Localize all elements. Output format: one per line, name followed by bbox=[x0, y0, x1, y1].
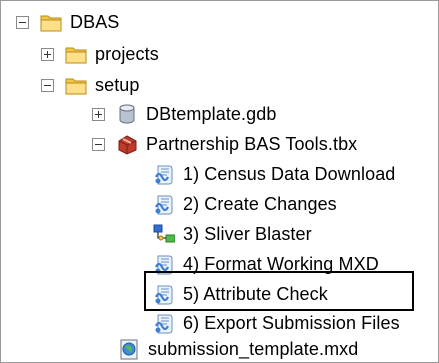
tree-node-setup[interactable]: setup bbox=[41, 72, 140, 98]
expand-toggle-icon[interactable] bbox=[41, 47, 54, 61]
tool-item[interactable]: 2) Create Changes bbox=[152, 191, 337, 217]
script-icon bbox=[152, 253, 176, 275]
tree-node-label: projects bbox=[95, 44, 159, 64]
tool-label: 1) Census Data Download bbox=[183, 164, 396, 184]
collapse-toggle-icon[interactable] bbox=[16, 15, 29, 29]
script-icon bbox=[152, 193, 176, 215]
tree-node-label: Partnership BAS Tools.tbx bbox=[146, 134, 358, 154]
tree-node-projects[interactable]: projects bbox=[41, 41, 159, 67]
expand-toggle-icon[interactable] bbox=[92, 107, 105, 121]
tool-label: 5) Attribute Check bbox=[183, 284, 328, 304]
tool-item[interactable]: 1) Census Data Download bbox=[152, 161, 395, 187]
script-icon bbox=[152, 163, 176, 185]
tree-node-dbtemplate-gdb[interactable]: DBtemplate.gdb bbox=[92, 101, 276, 127]
toolbox-icon bbox=[115, 133, 139, 155]
tree-node-dbas[interactable]: DBAS bbox=[16, 9, 119, 35]
model-icon bbox=[152, 223, 176, 245]
collapse-toggle-icon[interactable] bbox=[92, 137, 105, 151]
script-icon bbox=[152, 312, 176, 334]
tree-node-label: setup bbox=[95, 75, 140, 95]
folder-icon bbox=[64, 43, 88, 65]
tree-node-label: submission_template.mxd bbox=[148, 339, 359, 359]
collapse-toggle-icon[interactable] bbox=[41, 78, 54, 92]
tree-node-label: DBAS bbox=[70, 12, 120, 32]
tool-label: 3) Sliver Blaster bbox=[183, 224, 312, 244]
folder-icon bbox=[64, 74, 88, 96]
tool-item[interactable]: 6) Export Submission Files bbox=[152, 310, 400, 336]
tool-label: 4) Format Working MXD bbox=[183, 254, 379, 274]
tree-node-submission-template-mxd[interactable]: submission_template.mxd bbox=[117, 336, 358, 362]
catalog-tree-panel: DBAS projects setup DBtemplate.gdb Partn… bbox=[0, 0, 439, 363]
tool-item-attribute-check[interactable]: 5) Attribute Check bbox=[152, 281, 328, 307]
database-icon bbox=[115, 103, 139, 125]
tool-item[interactable]: 3) Sliver Blaster bbox=[152, 221, 312, 247]
map-document-icon bbox=[117, 338, 141, 360]
tree-node-label: DBtemplate.gdb bbox=[146, 104, 277, 124]
tree-node-toolbox[interactable]: Partnership BAS Tools.tbx bbox=[92, 131, 357, 157]
script-icon bbox=[152, 283, 176, 305]
tool-item[interactable]: 4) Format Working MXD bbox=[152, 251, 379, 277]
folder-icon bbox=[39, 11, 63, 33]
tool-label: 6) Export Submission Files bbox=[183, 313, 400, 333]
tool-label: 2) Create Changes bbox=[183, 194, 337, 214]
